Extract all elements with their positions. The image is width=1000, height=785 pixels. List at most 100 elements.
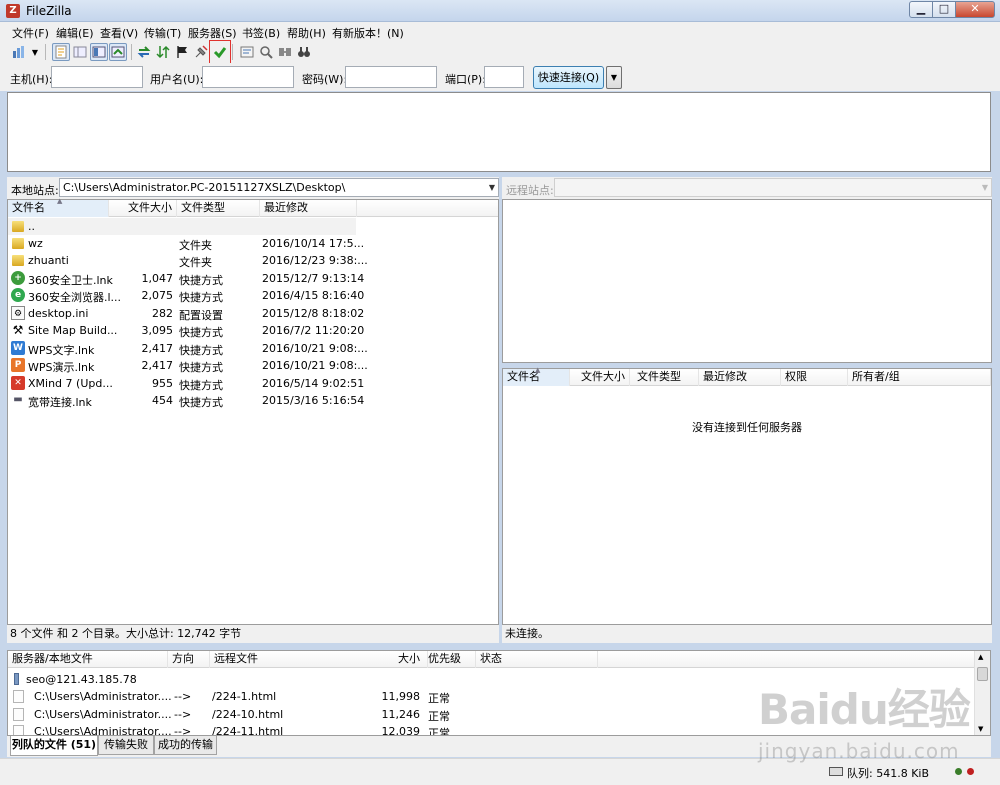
- file-name: 360安全浏览器.l...: [28, 291, 122, 304]
- queue-item-row[interactable]: C:\Users\Administrator.... --> /224-1.ht…: [8, 688, 976, 706]
- remote-col-type[interactable]: 文件类型: [633, 369, 699, 386]
- quickconnect-dropdown-button[interactable]: ▼: [606, 66, 622, 89]
- remote-directory-tree[interactable]: [502, 199, 992, 363]
- local-file-row[interactable]: zhuanti 文件夹 2016/12/23 9:38:...: [8, 252, 497, 269]
- file-name: wz: [28, 237, 43, 250]
- server-icon: [14, 673, 19, 685]
- file-size: 3,095: [141, 324, 174, 337]
- local-col-type[interactable]: 文件类型: [177, 200, 260, 217]
- remote-col-size[interactable]: 文件大小: [570, 369, 630, 386]
- local-file-row[interactable]: + 360安全卫士.lnk 1,047 快捷方式 2015/12/7 9:13:…: [8, 270, 497, 287]
- stop-icon[interactable]: [173, 43, 191, 61]
- remote-path-combobox[interactable]: ▼: [554, 178, 992, 197]
- queue-col-direction[interactable]: 方向: [168, 651, 210, 668]
- file-type: 快捷方式: [179, 274, 223, 287]
- host-input[interactable]: [51, 66, 143, 88]
- queue-file-icon: [13, 690, 24, 703]
- remote-tree-icon[interactable]: [90, 43, 108, 61]
- remote-file-list[interactable]: 文件名 ▲ 文件大小 文件类型 最近修改 权限 所有者/组 没有连接到任何服务器: [502, 366, 992, 625]
- queue-tabs: 列队的文件 (51) 传输失败 成功的传输: [7, 736, 991, 757]
- tab-successful-transfers[interactable]: 成功的传输: [154, 736, 217, 755]
- queue-col-status[interactable]: 状态: [476, 651, 598, 668]
- search-remote-icon[interactable]: [295, 43, 313, 61]
- chevron-down-icon[interactable]: ▼: [489, 179, 495, 196]
- minimize-button[interactable]: ▁: [909, 1, 933, 18]
- remote-col-owner[interactable]: 所有者/组: [848, 369, 991, 386]
- sitemap-tool-icon: ⚒: [12, 323, 24, 337]
- queue-col-size[interactable]: 大小: [388, 651, 424, 668]
- remote-col-modified[interactable]: 最近修改: [699, 369, 781, 386]
- local-file-row[interactable]: ▬ 宽带连接.lnk 454 快捷方式 2015/3/16 5:16:54: [8, 392, 497, 409]
- file-type: 文件夹: [179, 256, 212, 269]
- port-input[interactable]: [484, 66, 524, 88]
- menu-help[interactable]: 帮助(H): [287, 25, 326, 41]
- quickconnect-button[interactable]: 快速连接(Q): [533, 66, 604, 89]
- menu-bookmarks[interactable]: 书签(B): [242, 25, 280, 41]
- queue-scrollbar[interactable]: ▲ ▼: [974, 651, 990, 735]
- local-file-list[interactable]: 文件名 ▲ 文件大小 文件类型 最近修改 .. wz 文件夹 2016/10/1…: [7, 197, 499, 625]
- menu-new-version[interactable]: 有新版本！(N): [332, 25, 404, 41]
- settings-file-icon: ⚙: [11, 306, 25, 320]
- menu-transfer[interactable]: 传输(T): [144, 25, 181, 41]
- synchronized-browsing-icon[interactable]: [276, 43, 294, 61]
- queue-direction: -->: [174, 690, 192, 703]
- queue-item-row[interactable]: C:\Users\Administrator.... --> /224-10.h…: [8, 706, 976, 724]
- tab-failed-transfers[interactable]: 传输失败: [98, 736, 154, 755]
- tab-queued-files[interactable]: 列队的文件 (51): [10, 736, 98, 756]
- queue-priority: 正常: [428, 710, 450, 723]
- queue-col-server-local[interactable]: 服务器/本地文件: [8, 651, 168, 668]
- message-log-icon[interactable]: [52, 43, 70, 61]
- local-col-modified[interactable]: 最近修改: [260, 200, 357, 217]
- maximize-button[interactable]: □: [932, 1, 956, 18]
- site-manager-icon[interactable]: [10, 43, 28, 61]
- file-name: desktop.ini: [28, 307, 89, 320]
- folder-icon: [12, 255, 24, 266]
- local-file-row[interactable]: e 360安全浏览器.l... 2,075 快捷方式 2016/4/15 8:1…: [8, 287, 497, 304]
- password-input[interactable]: [345, 66, 437, 88]
- queue-local-file: C:\Users\Administrator....: [34, 708, 172, 721]
- menu-file[interactable]: 文件(F): [12, 25, 49, 41]
- username-input[interactable]: [202, 66, 294, 88]
- close-button[interactable]: ✕: [955, 1, 995, 18]
- local-file-row[interactable]: ⚙ desktop.ini 282 配置设置 2015/12/8 8:18:02: [8, 305, 497, 322]
- transfer-queue[interactable]: 服务器/本地文件 方向 远程文件 大小 优先级 状态 seo@121.43.18…: [7, 650, 991, 736]
- local-file-row[interactable]: P WPS演示.lnk 2,417 快捷方式 2016/10/21 9:08:.…: [8, 357, 497, 374]
- toggle-comparison-icon[interactable]: [257, 43, 275, 61]
- process-queue-icon[interactable]: [154, 43, 172, 61]
- message-log[interactable]: [7, 92, 991, 172]
- local-file-row[interactable]: ⚒ Site Map Build... 3,095 快捷方式 2016/7/2 …: [8, 322, 497, 339]
- directory-filter-icon[interactable]: [238, 43, 256, 61]
- refresh-icon[interactable]: [135, 43, 153, 61]
- username-label: 用户名(U):: [150, 73, 204, 86]
- 360-browser-icon: e: [11, 288, 25, 302]
- download-indicator-icon: [967, 768, 974, 775]
- queue-item-row[interactable]: C:\Users\Administrator.... --> /224-11.h…: [8, 723, 976, 735]
- file-modified: 2016/5/14 9:02:51: [262, 377, 365, 390]
- local-file-row[interactable]: ..: [8, 218, 356, 235]
- file-size: 454: [152, 394, 173, 407]
- local-col-size[interactable]: 文件大小: [109, 200, 177, 217]
- chevron-down-icon: ▼: [981, 183, 988, 192]
- file-name: 360安全卫士.lnk: [28, 274, 113, 287]
- menu-view[interactable]: 查看(V): [100, 25, 138, 41]
- queue-col-priority[interactable]: 优先级: [424, 651, 476, 668]
- queue-server-row[interactable]: seo@121.43.185.78: [8, 671, 976, 689]
- site-manager-dropdown-icon[interactable]: ▼: [30, 43, 40, 61]
- local-path-combobox[interactable]: C:\Users\Administrator.PC-20151127XSLZ\D…: [59, 178, 499, 197]
- local-file-row[interactable]: ✕ XMind 7 (Upd... 955 快捷方式 2016/5/14 9:0…: [8, 375, 497, 392]
- transfer-queue-icon[interactable]: [109, 43, 127, 61]
- scroll-up-icon[interactable]: ▲: [978, 653, 983, 661]
- menu-edit[interactable]: 编辑(E): [56, 25, 94, 41]
- file-size: 955: [152, 377, 173, 390]
- local-tree-icon[interactable]: [71, 43, 89, 61]
- menu-server[interactable]: 服务器(S): [188, 25, 237, 41]
- local-file-row[interactable]: W WPS文字.lnk 2,417 快捷方式 2016/10/21 9:08:.…: [8, 340, 497, 357]
- file-type: 配置设置: [179, 309, 223, 322]
- queue-direction: -->: [174, 708, 192, 721]
- disconnect-icon[interactable]: [192, 43, 210, 61]
- scroll-down-icon[interactable]: ▼: [978, 725, 983, 733]
- local-file-row[interactable]: wz 文件夹 2016/10/14 17:5...: [8, 235, 497, 252]
- queue-scroll-thumb[interactable]: [977, 667, 988, 681]
- remote-col-permissions[interactable]: 权限: [781, 369, 848, 386]
- 360-safe-icon: +: [11, 271, 25, 285]
